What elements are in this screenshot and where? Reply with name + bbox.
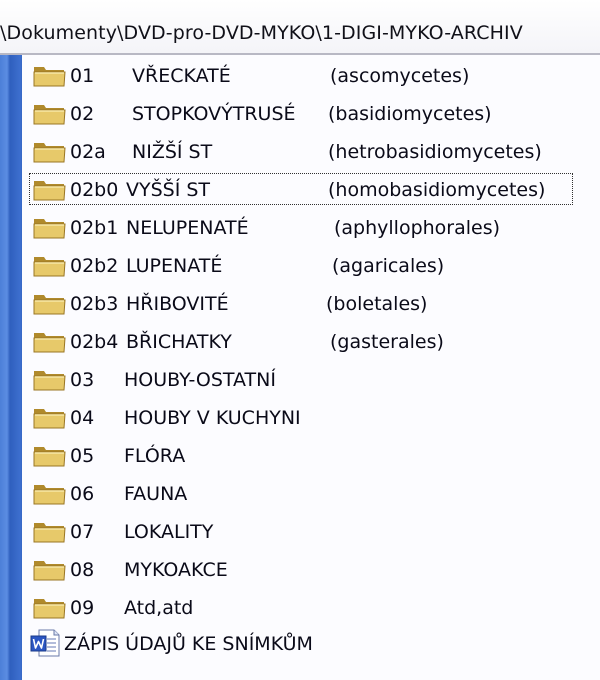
- folder-row-02[interactable]: 02 STOPKOVÝTRUSÉ (basidiomycetes): [28, 96, 588, 130]
- folder-icon: [33, 105, 66, 125]
- folder-row-02b2[interactable]: 02b2 LUPENATÉ (agaricales): [28, 248, 588, 282]
- folder-icon: [33, 295, 66, 315]
- folder-icon: [33, 599, 66, 619]
- folder-row-07[interactable]: 07 LOKALITY: [28, 514, 588, 548]
- folder-latin-name: (homobasidiomycetes): [328, 179, 546, 201]
- folder-name: HOUBY V KUCHYNI: [124, 407, 301, 429]
- folder-name: HOUBY-OSTATNÍ: [124, 369, 276, 391]
- explorer-window: \Dokumenty\DVD-pro-DVD-MYKO\1-DIGI-MYKO-…: [0, 0, 600, 680]
- folder-name: VYŠŠÍ ST: [126, 179, 211, 201]
- address-path: \Dokumenty\DVD-pro-DVD-MYKO\1-DIGI-MYKO-…: [0, 22, 523, 44]
- folder-code: 05: [70, 445, 95, 467]
- folder-latin-name: (basidiomycetes): [328, 103, 492, 125]
- folder-row-02a[interactable]: 02a NIŽŠÍ ST (hetrobasidiomycetes): [28, 134, 588, 168]
- folder-row-08[interactable]: 08 MYKOAKCE: [28, 552, 588, 586]
- folder-name: MYKOAKCE: [124, 559, 228, 581]
- folder-icon: [33, 371, 66, 391]
- folder-name: VŘECKATÉ: [132, 65, 231, 87]
- folder-icon: [33, 67, 66, 87]
- folder-row-02b4[interactable]: 02b4 BŘICHATKY (gasterales): [28, 324, 588, 358]
- folder-code: 02b2: [70, 255, 119, 277]
- folder-row-05[interactable]: 05 FLÓRA: [28, 438, 588, 472]
- folder-name: STOPKOVÝTRUSÉ: [132, 103, 296, 125]
- folder-name: NIŽŠÍ ST: [132, 141, 213, 163]
- folder-code: 04: [70, 407, 95, 429]
- folder-code: 02b3: [70, 293, 119, 315]
- folder-icon: [33, 257, 66, 277]
- folder-row-02b0[interactable]: 02b0 VYŠŠÍ ST (homobasidiomycetes): [28, 172, 574, 206]
- tree-panel-edge: [0, 55, 22, 680]
- folder-icon: [33, 181, 66, 201]
- folder-code: 02: [70, 103, 95, 125]
- folder-code: 07: [70, 521, 95, 543]
- folder-latin-name: (ascomycetes): [330, 65, 470, 87]
- folder-name: Atd,atd: [124, 597, 194, 619]
- folder-row-09[interactable]: 09 Atd,atd: [28, 590, 588, 624]
- folder-code: 02a: [70, 141, 106, 163]
- folder-icon: [33, 523, 66, 543]
- address-bar[interactable]: \Dokumenty\DVD-pro-DVD-MYKO\1-DIGI-MYKO-…: [0, 0, 600, 55]
- folder-latin-name: (agaricales): [332, 255, 445, 277]
- folder-name: FAUNA: [124, 483, 188, 505]
- folder-row-01[interactable]: 01 VŘECKATÉ (ascomycetes): [28, 58, 588, 92]
- folder-name: LUPENATÉ: [126, 255, 223, 277]
- folder-row-02b3[interactable]: 02b3 HŘIBOVITÉ (boletales): [28, 286, 588, 320]
- document-row[interactable]: ZÁPIS ÚDAJŮ KE SNÍMKŮM: [28, 626, 588, 660]
- folder-row-06[interactable]: 06 FAUNA: [28, 476, 588, 510]
- folder-name: NELUPENATÉ: [126, 217, 249, 239]
- folder-code: 08: [70, 559, 95, 581]
- folder-icon: [33, 561, 66, 581]
- folder-name: FLÓRA: [124, 445, 186, 467]
- folder-icon: [33, 333, 66, 353]
- folder-latin-name: (aphyllophorales): [334, 217, 501, 239]
- document-name: ZÁPIS ÚDAJŮ KE SNÍMKŮM: [64, 633, 313, 655]
- folder-code: 01: [70, 65, 95, 87]
- folder-latin-name: (hetrobasidiomycetes): [328, 141, 542, 163]
- folder-latin-name: (boletales): [326, 293, 428, 315]
- word-document-icon: [30, 629, 60, 657]
- folder-code: 02b1: [70, 217, 119, 239]
- folder-code: 03: [70, 369, 95, 391]
- folder-row-02b1[interactable]: 02b1 NELUPENATÉ (aphyllophorales): [28, 210, 588, 244]
- folder-code: 02b0: [70, 179, 119, 201]
- folder-code: 09: [70, 597, 95, 619]
- folder-icon: [33, 409, 66, 429]
- folder-name: BŘICHATKY: [126, 331, 232, 353]
- folder-icon: [33, 485, 66, 505]
- folder-icon: [33, 143, 66, 163]
- folder-icon: [33, 219, 66, 239]
- folder-icon: [33, 447, 66, 467]
- folder-code: 02b4: [70, 331, 119, 353]
- file-list: 01 VŘECKATÉ (ascomycetes) 02 STOPKOVÝTRU…: [22, 55, 600, 680]
- folder-name: LOKALITY: [124, 521, 214, 543]
- folder-row-04[interactable]: 04 HOUBY V KUCHYNI: [28, 400, 588, 434]
- folder-latin-name: (gasterales): [330, 331, 444, 353]
- folder-name: HŘIBOVITÉ: [126, 293, 229, 315]
- folder-code: 06: [70, 483, 95, 505]
- folder-row-03[interactable]: 03 HOUBY-OSTATNÍ: [28, 362, 588, 396]
